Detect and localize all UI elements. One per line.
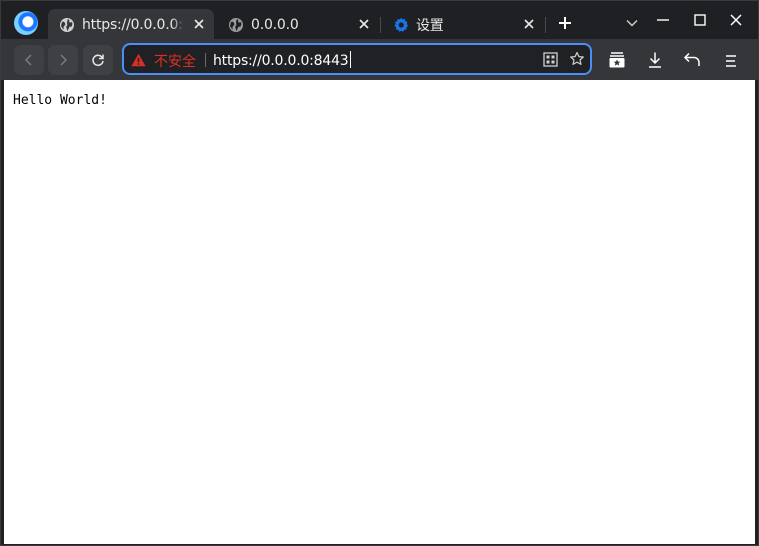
text-caret (349, 51, 351, 68)
back-arrow-icon (24, 54, 32, 66)
star-icon[interactable] (569, 51, 585, 67)
tab-settings[interactable]: 设置 (382, 9, 544, 40)
globe-icon (60, 17, 74, 32)
warning-icon[interactable] (131, 53, 146, 67)
forward-arrow-icon (60, 54, 68, 66)
back-button[interactable] (14, 45, 44, 75)
close-icon[interactable] (192, 17, 206, 31)
address-bar[interactable]: 不安全 https://0.0.0.0:8443 (122, 43, 592, 75)
tab-title: 0.0.0.0 (251, 16, 299, 33)
page-content: Hello World! (4, 80, 755, 544)
qr-code-icon[interactable] (543, 52, 558, 67)
undo-icon[interactable] (683, 51, 701, 69)
close-icon[interactable] (522, 17, 536, 31)
reload-button[interactable] (83, 45, 113, 75)
close-icon[interactable] (729, 13, 743, 27)
forward-button[interactable] (48, 45, 78, 75)
chevron-down-icon[interactable] (626, 19, 638, 27)
url-text: https://0.0.0.0:8443 (213, 53, 349, 69)
download-icon[interactable] (646, 51, 664, 69)
tab-separator (380, 17, 381, 33)
url-separator (205, 53, 206, 67)
tab-title: 设置 (416, 17, 444, 34)
security-label[interactable]: 不安全 (154, 51, 196, 71)
browser-logo-icon[interactable] (14, 11, 38, 35)
menu-icon[interactable] (722, 51, 740, 69)
reload-icon (92, 54, 104, 67)
tab-second[interactable]: 0.0.0.0 (217, 9, 379, 40)
browser-window: https://0.0.0.0:8443/ 0.0.0.0 设置 (0, 0, 759, 546)
page-text: Hello World! (13, 93, 107, 108)
close-icon[interactable] (357, 17, 371, 31)
tab-separator (545, 17, 546, 33)
minimize-icon[interactable] (656, 13, 670, 27)
toolbar: 不安全 https://0.0.0.0:8443 (1, 39, 758, 80)
tab-title: https://0.0.0.0:8443/ (82, 16, 184, 33)
maximize-icon[interactable] (693, 13, 707, 27)
url-input[interactable]: https://0.0.0.0:8443 (213, 51, 351, 69)
collections-icon[interactable] (608, 51, 626, 69)
plus-icon[interactable] (558, 16, 572, 30)
tab-active[interactable]: https://0.0.0.0:8443/ (48, 9, 214, 40)
globe-icon (229, 17, 243, 32)
settings-gear-icon (394, 17, 409, 32)
tab-strip: https://0.0.0.0:8443/ 0.0.0.0 设置 (1, 1, 758, 40)
